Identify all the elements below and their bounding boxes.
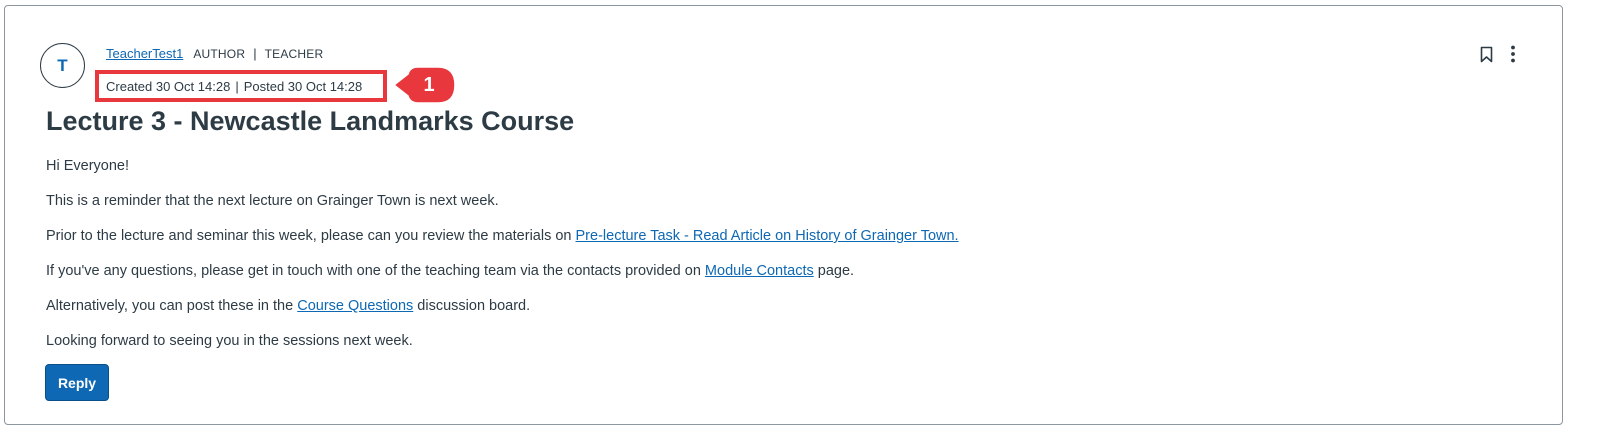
reply-button[interactable]: Reply [45,364,109,401]
paragraph-materials: Prior to the lecture and seminar this we… [46,227,959,262]
paragraph-text: Prior to the lecture and seminar this we… [46,228,576,244]
role-teacher-label: TEACHER [264,46,324,61]
paragraph-alternatively: Alternatively, you can post these in the… [46,297,959,332]
author-name-link[interactable]: TeacherTest1 [106,46,183,61]
role-separator: | [253,46,257,61]
post-body: Hi Everyone! This is a reminder that the… [46,157,959,367]
module-contacts-link[interactable]: Module Contacts [705,263,814,279]
paragraph-text: page. [813,263,855,279]
post-dates-highlight: Created 30 Oct 14:28 | Posted 30 Oct 14:… [95,70,387,102]
post-title: Lecture 3 - Newcastle Landmarks Course [46,106,575,136]
paragraph-reminder: This is a reminder that the next lecture… [46,193,499,209]
posted-date: Posted 30 Oct 14:28 [243,78,363,94]
pre-lecture-task-link[interactable]: Pre-lecture Task - Read Article on Histo… [576,228,959,244]
role-author-label: AUTHOR [193,46,246,61]
kebab-menu-icon[interactable] [1509,45,1517,63]
paragraph-text: If you've any questions, please get in t… [46,263,705,279]
paragraph-greeting: Hi Everyone! [46,158,130,174]
created-date: Created 30 Oct 14:28 [106,78,231,94]
avatar[interactable]: T [40,43,85,88]
avatar-initial: T [57,55,68,75]
paragraph-questions: If you've any questions, please get in t… [46,262,959,297]
date-separator: | [235,78,239,94]
bookmark-icon[interactable] [1480,46,1493,63]
course-questions-link[interactable]: Course Questions [297,298,413,314]
author-line: TeacherTest1 AUTHOR | TEACHER [106,46,323,61]
paragraph-text: Alternatively, you can post these in the [46,298,298,314]
paragraph-closing: Looking forward to seeing you in the ses… [46,333,413,349]
callout-number: 1 [423,73,435,96]
paragraph-text: discussion board. [413,298,531,314]
